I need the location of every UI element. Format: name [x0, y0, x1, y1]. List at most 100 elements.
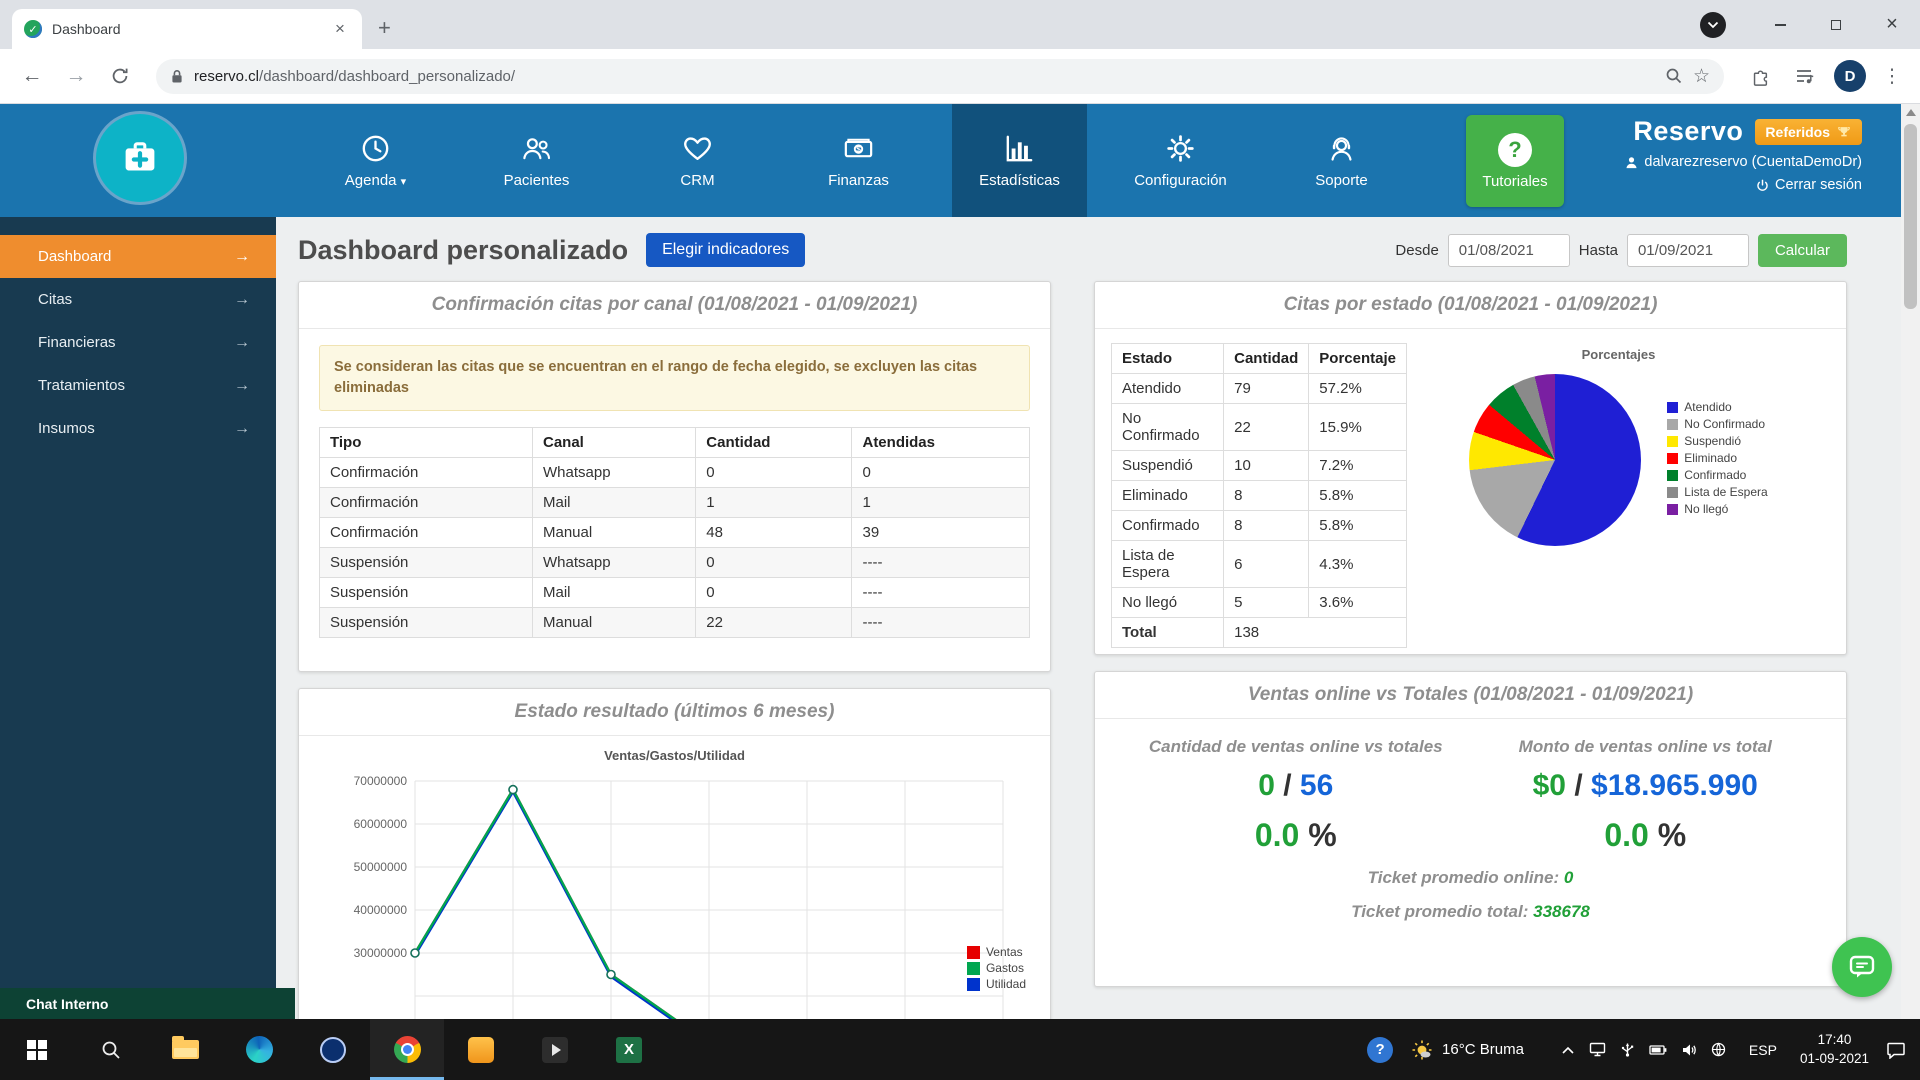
nav-item-estadisticas[interactable]: Estadísticas: [952, 104, 1087, 217]
new-tab-button[interactable]: +: [378, 17, 391, 39]
hasta-label: Hasta: [1579, 242, 1618, 259]
profile-avatar[interactable]: D: [1834, 60, 1866, 92]
legend-item: Suspendió: [1667, 434, 1767, 448]
windows-logo-icon: [27, 1040, 47, 1060]
confirmacion-table: TipoCanalCantidadAtendidasConfirmaciónWh…: [319, 427, 1030, 638]
battery-tray-icon[interactable]: [1649, 1044, 1667, 1056]
nav-item-finanzas[interactable]: Finanzas: [791, 104, 926, 217]
calcular-button[interactable]: Calcular: [1758, 234, 1847, 267]
warning-note: Se consideran las citas que se encuentra…: [319, 345, 1030, 411]
sidebar-item-tratamientos[interactable]: Tratamientos→: [0, 364, 276, 407]
extensions-puzzle-icon[interactable]: [1738, 66, 1782, 86]
browser-tab-strip: ✓ Dashboard × + ×: [0, 0, 1920, 49]
display-tray-icon[interactable]: [1589, 1042, 1606, 1057]
tray-expand-icon[interactable]: [1561, 1045, 1575, 1055]
start-button[interactable]: [0, 1019, 74, 1080]
user-menu[interactable]: dalvarezreservo (CuentaDemoDr): [1625, 154, 1862, 170]
chrome-button[interactable]: [370, 1019, 444, 1080]
excel-button[interactable]: X: [592, 1019, 666, 1080]
sidebar-item-dashboard[interactable]: Dashboard→: [0, 235, 276, 278]
orange-app-icon: [468, 1037, 494, 1063]
legend-swatch: [1667, 419, 1678, 430]
url-omnibox[interactable]: reservo.cl/dashboard/dashboard_personali…: [156, 59, 1724, 94]
page-workspace: Dashboard→Citas→Financieras→Tratamientos…: [0, 217, 1920, 1019]
tab-close-icon[interactable]: ×: [330, 19, 350, 39]
windows-taskbar: X ? 16°C Bruma ESP 17:40 01-09-2021: [0, 1019, 1920, 1080]
sidebar-item-financieras[interactable]: Financieras→: [0, 321, 276, 364]
window-minimize-button[interactable]: [1752, 0, 1808, 49]
orange-app-button[interactable]: [444, 1019, 518, 1080]
chat-interno-bar[interactable]: Chat Interno: [0, 988, 295, 1019]
nav-item-crm[interactable]: CRM: [630, 104, 765, 217]
browser-tab[interactable]: ✓ Dashboard ×: [12, 9, 362, 49]
file-explorer-button[interactable]: [148, 1019, 222, 1080]
scrollbar-thumb[interactable]: [1904, 124, 1917, 309]
nav-item-pacientes[interactable]: Pacientes: [469, 104, 604, 217]
cantidad-label: Cantidad de ventas online vs totales: [1121, 737, 1471, 757]
volume-tray-icon[interactable]: [1681, 1043, 1697, 1057]
sidebar-item-citas[interactable]: Citas→: [0, 278, 276, 321]
browser-update-icon[interactable]: [1700, 12, 1726, 38]
gear-icon: [1164, 132, 1197, 165]
card-title: Citas por estado (01/08/2021 - 01/09/202…: [1095, 282, 1846, 329]
table-row: Suspendió107.2%: [1112, 451, 1407, 481]
logout-button[interactable]: Cerrar sesión: [1625, 177, 1862, 193]
svg-text:70000000: 70000000: [354, 774, 408, 788]
action-center-icon[interactable]: [1886, 1041, 1906, 1059]
monto-value: $0 / $18.965.990: [1471, 769, 1821, 803]
referidos-button[interactable]: Referidos: [1755, 119, 1862, 145]
chat-widget-button[interactable]: [1832, 937, 1892, 997]
back-button[interactable]: ←: [10, 64, 54, 88]
table-row: SuspensiónMail0----: [320, 578, 1030, 608]
blue-app-button[interactable]: [296, 1019, 370, 1080]
card-citas-por-estado: Citas por estado (01/08/2021 - 01/09/202…: [1094, 281, 1847, 655]
legend-item: No Confirmado: [1667, 417, 1767, 431]
cantidad-percent: 0.0 %: [1121, 817, 1471, 854]
zoom-icon[interactable]: [1665, 67, 1683, 85]
trophy-icon: [1836, 126, 1852, 138]
bookmark-star-icon[interactable]: ☆: [1693, 65, 1710, 88]
legend-item: Lista de Espera: [1667, 485, 1767, 499]
table-row: SuspensiónWhatsapp0----: [320, 548, 1030, 578]
help-tray-icon[interactable]: ?: [1367, 1037, 1393, 1063]
media-app-button[interactable]: [518, 1019, 592, 1080]
nav-item-agenda[interactable]: Agenda ▾: [308, 104, 443, 217]
svg-text:60000000: 60000000: [354, 817, 408, 831]
elegir-indicadores-button[interactable]: Elegir indicadores: [646, 233, 805, 267]
svg-text:30000000: 30000000: [354, 946, 408, 960]
reload-button[interactable]: [98, 66, 142, 86]
question-icon: ?: [1498, 133, 1532, 167]
legend-swatch: [1667, 487, 1678, 498]
page-scrollbar[interactable]: [1901, 104, 1920, 1019]
clinic-logo[interactable]: [96, 114, 184, 202]
url-text: reservo.cl/dashboard/dashboard_personali…: [194, 68, 515, 85]
nav-item-soporte[interactable]: Soporte: [1274, 104, 1409, 217]
sidebar-item-insumos[interactable]: Insumos→: [0, 407, 276, 450]
network-tray-icon[interactable]: [1711, 1042, 1726, 1057]
money-icon: [842, 132, 875, 165]
excel-icon: X: [616, 1037, 642, 1063]
browser-menu-icon[interactable]: ⋮: [1874, 65, 1910, 88]
hasta-input[interactable]: [1627, 234, 1749, 267]
nav-item-configuracion[interactable]: Configuración: [1113, 104, 1248, 217]
main-content: Dashboard personalizado Elegir indicador…: [276, 217, 1901, 1019]
tutoriales-button[interactable]: ? Tutoriales: [1466, 115, 1564, 207]
language-indicator[interactable]: ESP: [1749, 1042, 1777, 1058]
media-controls-icon[interactable]: [1782, 66, 1826, 86]
table-row: Lista de Espera64.3%: [1112, 541, 1407, 588]
window-maximize-button[interactable]: [1808, 0, 1864, 49]
forward-button[interactable]: →: [54, 64, 98, 88]
legend-swatch: [967, 978, 980, 991]
usb-tray-icon[interactable]: [1620, 1042, 1635, 1057]
arrow-right-icon: →: [234, 291, 250, 309]
desde-input[interactable]: [1448, 234, 1570, 267]
taskbar-clock[interactable]: 17:40 01-09-2021: [1800, 1031, 1869, 1067]
heart-icon: [681, 132, 714, 165]
taskbar-search-button[interactable]: [74, 1019, 148, 1080]
edge-button[interactable]: [222, 1019, 296, 1080]
card-title: Ventas online vs Totales (01/08/2021 - 0…: [1095, 672, 1846, 719]
window-close-button[interactable]: ×: [1864, 0, 1920, 49]
scrollbar-up-arrow-icon[interactable]: [1906, 109, 1916, 116]
weather-widget[interactable]: 16°C Bruma: [1410, 1038, 1524, 1062]
line-chart-title: Ventas/Gastos/Utilidad: [315, 748, 1034, 763]
